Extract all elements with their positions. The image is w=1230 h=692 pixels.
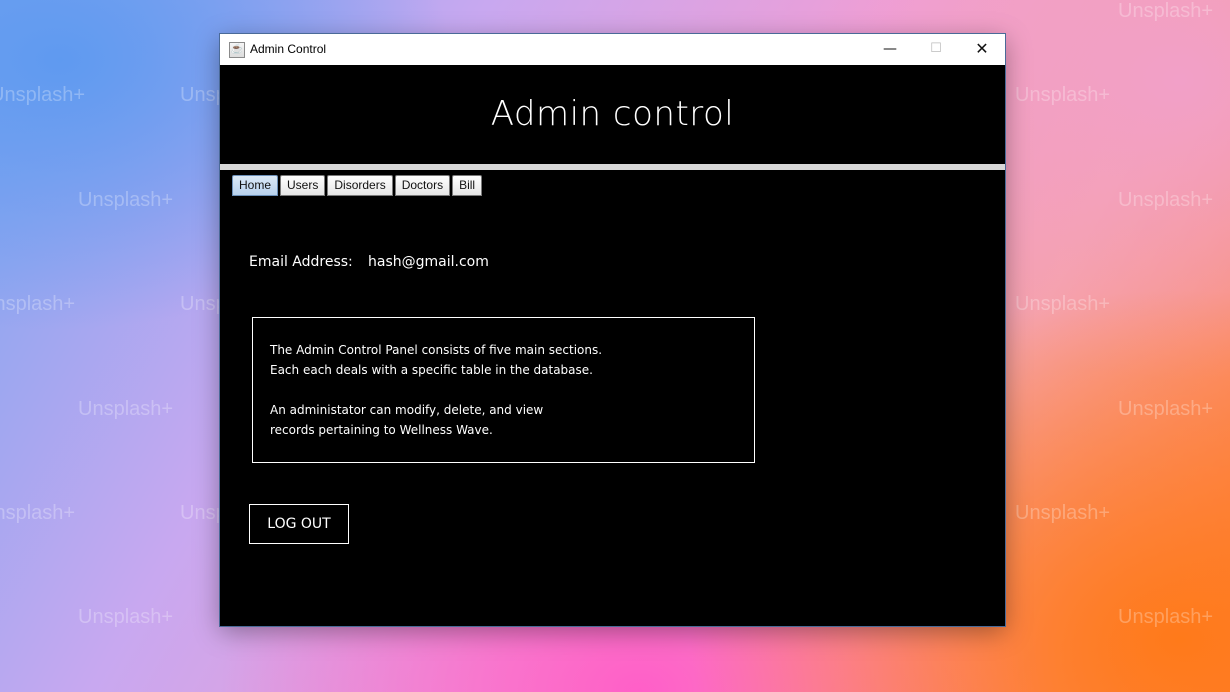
title-bar[interactable]: ☕ Admin Control — ☐ ✕ (220, 34, 1005, 65)
tab-bar: Home Users Disorders Doctors Bill (232, 175, 483, 196)
tab-bill[interactable]: Bill (452, 175, 483, 196)
admin-control-window: ☕ Admin Control — ☐ ✕ Admin control Home… (220, 34, 1005, 626)
info-line: records pertaining to Wellness Wave. (270, 423, 493, 437)
watermark: Unsplash+ (1015, 293, 1111, 315)
maximize-icon: ☐ (930, 41, 942, 56)
close-button[interactable]: ✕ (959, 34, 1005, 65)
tab-home[interactable]: Home (232, 175, 279, 196)
info-line: The Admin Control Panel consists of five… (270, 343, 603, 357)
watermark: Unsplash+ (1118, 398, 1214, 420)
watermark: Unsplash+ (78, 189, 174, 211)
email-value: hash@gmail.com (368, 254, 489, 270)
minimize-button[interactable]: — (867, 34, 913, 65)
tab-users[interactable]: Users (280, 175, 326, 196)
header-divider (220, 164, 1005, 170)
watermark: Unsplash+ (0, 84, 86, 106)
tab-doctors[interactable]: Doctors (394, 175, 451, 196)
maximize-button[interactable]: ☐ (913, 34, 959, 65)
logout-button[interactable]: LOG OUT (249, 504, 349, 544)
watermark: Unsplash+ (1118, 606, 1214, 628)
watermark: Unsplash+ (1015, 84, 1111, 106)
watermark: Unsplash+ (78, 606, 174, 628)
email-label: Email Address: (249, 254, 353, 270)
watermark: Unsplash+ (1118, 0, 1214, 22)
watermark: Unsplash+ (1015, 502, 1111, 524)
java-cup-icon: ☕ (229, 42, 245, 58)
window-title: Admin Control (250, 42, 327, 56)
tab-disorders[interactable]: Disorders (327, 175, 393, 196)
info-line: Each each deals with a specific table in… (270, 363, 593, 377)
watermark: Unsplash+ (0, 502, 76, 524)
watermark: Unsplash+ (1118, 189, 1214, 211)
page-title: Admin control (490, 94, 735, 134)
info-line: An administator can modify, delete, and … (270, 403, 544, 417)
info-panel: The Admin Control Panel consists of five… (252, 317, 755, 463)
watermark: Unsplash+ (0, 293, 76, 315)
close-icon: ✕ (975, 39, 989, 58)
minimize-icon: — (883, 41, 897, 57)
watermark: Unsplash+ (78, 398, 174, 420)
